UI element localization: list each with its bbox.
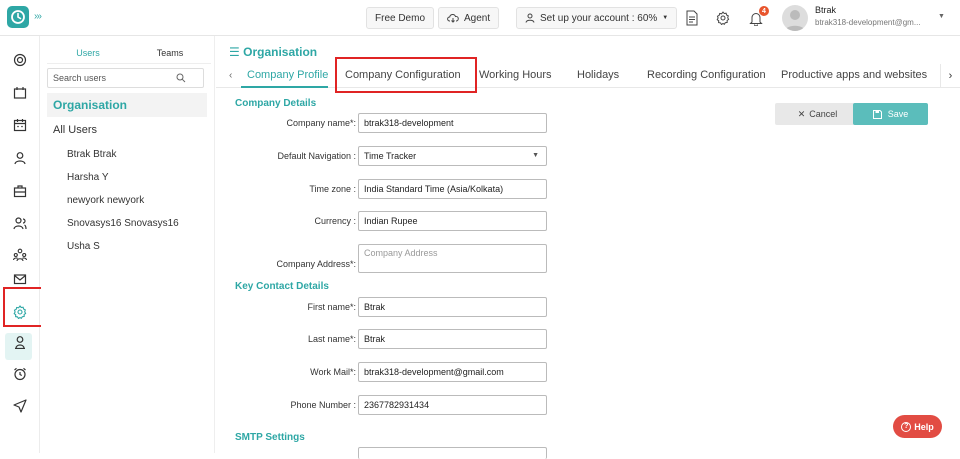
first-name-field[interactable]: Btrak: [358, 297, 547, 317]
briefcase-icon[interactable]: [10, 181, 30, 201]
organisation-heading[interactable]: Organisation: [47, 93, 207, 117]
user-avatar[interactable]: [782, 5, 808, 31]
tab-recording-configuration[interactable]: Recording Configuration: [647, 69, 766, 81]
last-name-label: Last name*:: [307, 334, 356, 344]
tab-holidays[interactable]: Holidays: [577, 69, 619, 81]
tab-working-hours[interactable]: Working Hours: [479, 69, 552, 81]
free-demo-button[interactable]: Free Demo: [366, 7, 435, 29]
expand-sidebar-icon[interactable]: ›››: [34, 11, 42, 22]
active-tab-underline: [241, 86, 328, 88]
company-name-label: Company name*:: [286, 118, 356, 128]
time-zone-field[interactable]: India Standard Time (Asia/Kolkata): [358, 179, 547, 199]
currency-label: Currency :: [314, 216, 356, 226]
phone-number-label: Phone Number :: [290, 400, 356, 410]
top-bar: ››› Free Demo Agent Set up your account …: [0, 0, 960, 36]
calendar-icon[interactable]: [10, 115, 30, 135]
save-icon: [872, 109, 882, 119]
list-item[interactable]: Snovasys16 Snovasys16: [67, 218, 179, 229]
tab-company-profile[interactable]: Company Profile: [247, 69, 328, 81]
main-content: ☰ Organisation ‹ Company Profile Company…: [216, 36, 960, 459]
phone-number-field[interactable]: 2367782931434: [358, 395, 547, 415]
dashboard-icon[interactable]: [10, 50, 30, 70]
notification-count-badge: 4: [759, 6, 769, 16]
question-circle-icon: ?: [901, 421, 912, 432]
chevron-down-icon: ▼: [662, 15, 669, 21]
highlight-box-company-configuration: [335, 57, 477, 93]
last-name-field[interactable]: Btrak: [358, 329, 547, 349]
company-details-heading: Company Details: [235, 98, 317, 109]
user-setup-icon: [525, 13, 535, 23]
cloud-download-icon: [447, 13, 459, 23]
user-email: btrak318-development@gm...: [815, 18, 921, 27]
document-icon[interactable]: [682, 8, 702, 28]
list-item[interactable]: Usha S: [67, 241, 100, 252]
monitor-icon[interactable]: [10, 83, 30, 103]
agent-label: Agent: [464, 12, 491, 24]
company-address-label: Company Address*:: [276, 259, 356, 269]
page-title: ☰ Organisation: [229, 45, 318, 59]
company-name-field[interactable]: btrak318-development: [358, 113, 547, 133]
alarm-clock-icon[interactable]: [10, 364, 30, 384]
user-menu-chevron-icon[interactable]: ▼: [938, 13, 945, 20]
menu-lines-icon[interactable]: ☰: [229, 45, 240, 59]
people-tabs: Users Teams: [47, 42, 211, 64]
setup-account-dropdown[interactable]: Set up your account : 60% ▼: [516, 7, 678, 29]
tab-teams[interactable]: Teams: [129, 42, 211, 63]
save-button[interactable]: Save: [853, 103, 928, 125]
smtp-field[interactable]: [358, 447, 547, 459]
smtp-settings-heading: SMTP Settings: [235, 432, 305, 443]
tab-productive-apps[interactable]: Productive apps and websites: [781, 69, 927, 81]
agent-button[interactable]: Agent: [438, 7, 500, 29]
cancel-button[interactable]: ✕ Cancel: [775, 103, 860, 125]
setup-account-label: Set up your account : 60%: [540, 12, 658, 24]
list-item[interactable]: Harsha Y: [67, 172, 109, 183]
app-logo[interactable]: [7, 6, 29, 28]
first-name-label: First name*:: [307, 302, 356, 312]
work-mail-label: Work Mail*:: [310, 367, 356, 377]
list-item[interactable]: newyork newyork: [67, 195, 144, 206]
company-address-field[interactable]: Company Address: [358, 244, 547, 273]
tab-users[interactable]: Users: [47, 42, 129, 63]
list-item[interactable]: Btrak Btrak: [67, 149, 116, 160]
currency-field[interactable]: Indian Rupee: [358, 211, 547, 231]
default-navigation-label: Default Navigation :: [277, 151, 356, 161]
settings-gear-icon[interactable]: [713, 8, 733, 28]
mail-icon[interactable]: [10, 269, 30, 289]
user-icon[interactable]: [10, 148, 30, 168]
free-demo-label: Free Demo: [375, 12, 426, 24]
team-icon[interactable]: [10, 213, 30, 233]
search-icon[interactable]: [176, 73, 186, 86]
send-icon[interactable]: [10, 396, 30, 416]
chevron-left-icon[interactable]: ‹: [229, 70, 232, 81]
badge-user-icon[interactable]: [10, 332, 30, 352]
help-button[interactable]: ? Help: [893, 415, 942, 438]
chevron-down-icon: ▼: [532, 152, 539, 159]
left-navigation: [0, 36, 40, 453]
time-zone-label: Time zone :: [309, 184, 356, 194]
people-panel: Users Teams Search users Organisation Al…: [41, 36, 215, 453]
work-mail-field[interactable]: btrak318-development@gmail.com: [358, 362, 547, 382]
default-navigation-select[interactable]: Time Tracker ▼: [358, 146, 547, 166]
key-contact-heading: Key Contact Details: [235, 281, 329, 292]
chevron-right-icon[interactable]: ›: [940, 64, 960, 88]
user-name: Btrak: [815, 5, 837, 15]
org-chart-icon[interactable]: [10, 245, 30, 265]
list-item[interactable]: All Users: [53, 124, 97, 136]
settings-tabs: ‹ Company Profile Company Configuration …: [216, 64, 960, 88]
close-icon: ✕: [797, 108, 806, 119]
